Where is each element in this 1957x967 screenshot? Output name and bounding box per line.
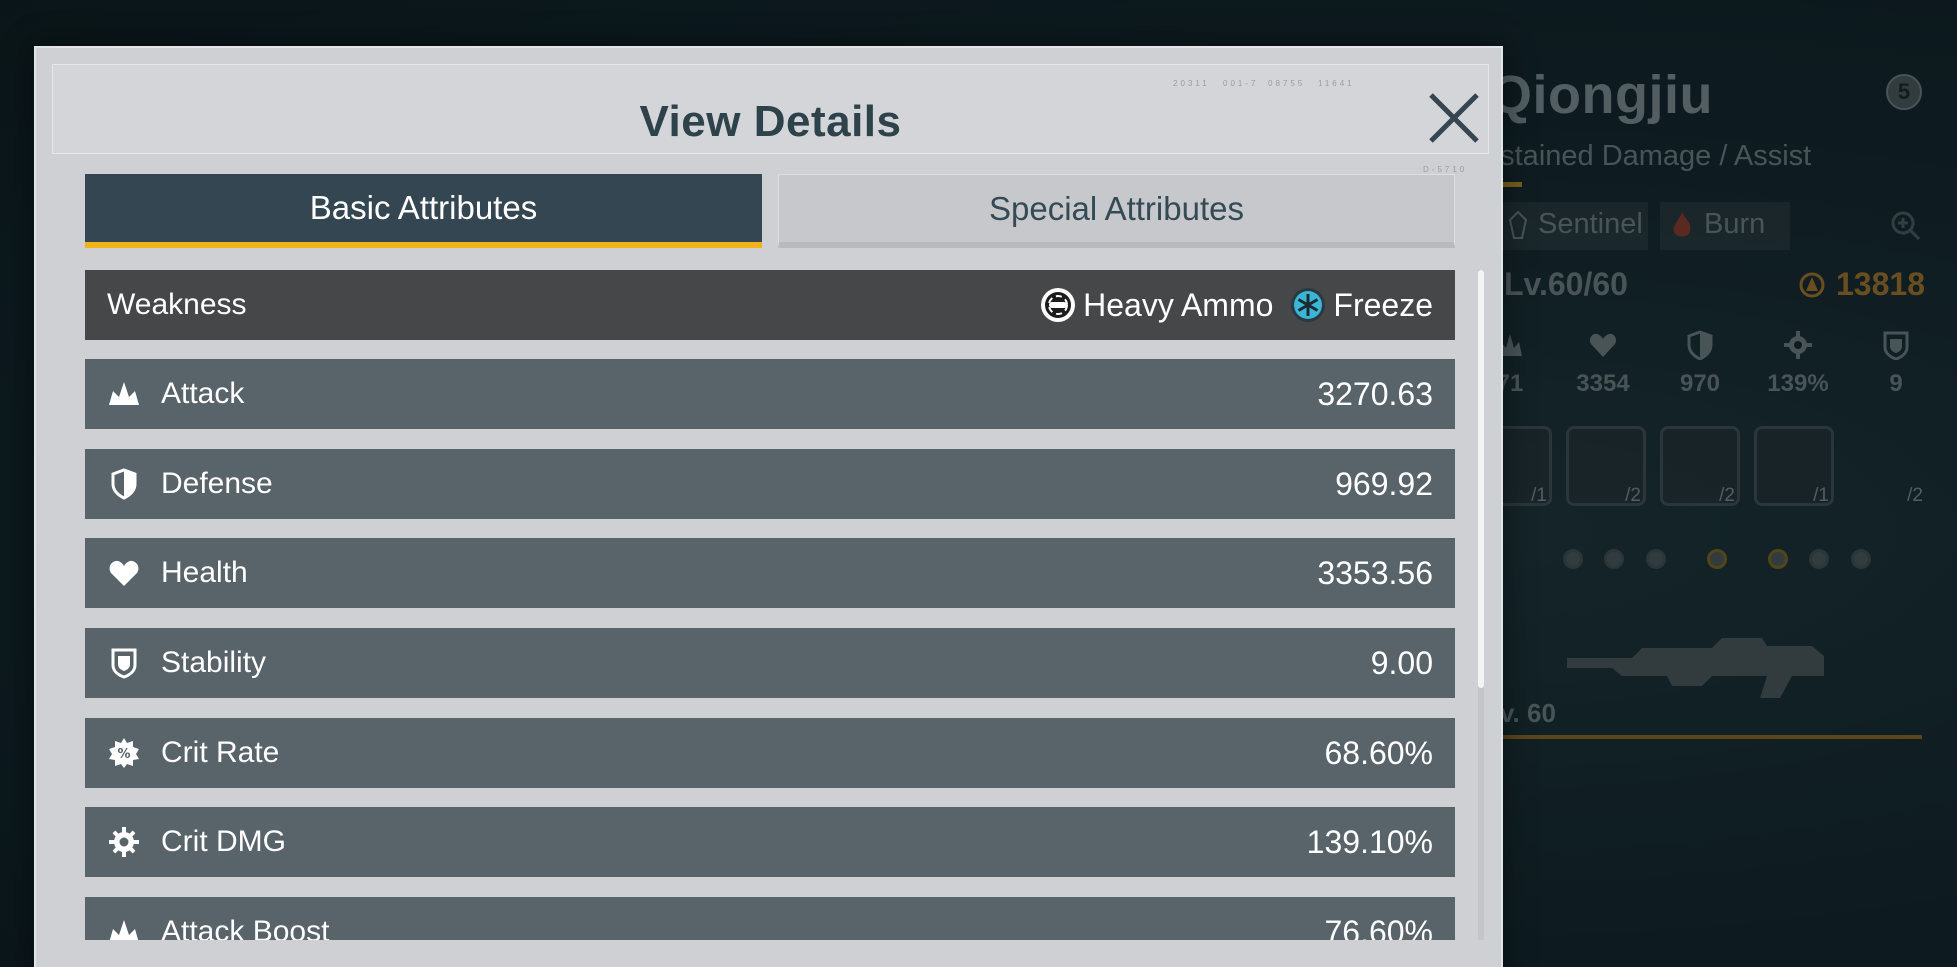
deco-code: D-5710 <box>1423 165 1468 174</box>
weakness-row: Weakness Heavy Ammo Freeze <box>85 270 1455 340</box>
shield-icon <box>107 467 141 501</box>
scrollbar-thumb[interactable] <box>1478 270 1484 688</box>
deco-code: 001-7 <box>1223 79 1259 88</box>
attribute-row-attack-boost: Attack Boost 76.60% <box>85 897 1455 940</box>
deco-code: 08755 <box>1268 79 1306 88</box>
attribute-row-health: Health 3353.56 <box>85 538 1455 608</box>
modal-footer <box>36 940 1501 967</box>
stability-icon <box>107 646 141 680</box>
close-icon <box>1429 93 1479 143</box>
attribute-row-attack: Attack 3270.63 <box>85 359 1455 429</box>
svg-text:%: % <box>117 747 130 762</box>
attribute-list[interactable]: Weakness Heavy Ammo Freeze Attack 3270.6… <box>85 270 1455 940</box>
tab-special-attributes[interactable]: Special Attributes <box>778 174 1455 248</box>
weakness-label: Weakness <box>107 288 247 321</box>
attribute-row-crit-rate: % Crit Rate 68.60% <box>85 718 1455 788</box>
gear-icon <box>107 825 141 859</box>
attribute-row-stability: Stability 9.00 <box>85 628 1455 698</box>
close-button[interactable] <box>1423 87 1485 149</box>
deco-code: 11641 <box>1318 79 1355 88</box>
attack-icon <box>107 377 141 411</box>
freeze-icon <box>1291 288 1326 322</box>
attribute-row-defense: Defense 969.92 <box>85 449 1455 519</box>
crit-rate-icon: % <box>107 736 141 770</box>
attribute-row-crit-dmg: Crit DMG 139.10% <box>85 807 1455 877</box>
weakness-heavy-ammo: Heavy Ammo <box>1041 287 1273 324</box>
deco-code: 20311 <box>1173 79 1210 88</box>
modal-title: View Details <box>639 97 902 146</box>
heavy-ammo-icon <box>1041 288 1076 322</box>
view-details-modal: View Details 20311 001-7 08755 11641 D-5… <box>34 46 1503 967</box>
weakness-freeze: Freeze <box>1291 287 1433 324</box>
modal-header: View Details 20311 001-7 08755 11641 <box>52 64 1489 154</box>
attack-icon <box>107 915 141 940</box>
tab-basic-attributes[interactable]: Basic Attributes <box>85 174 762 248</box>
heart-icon <box>107 556 141 590</box>
